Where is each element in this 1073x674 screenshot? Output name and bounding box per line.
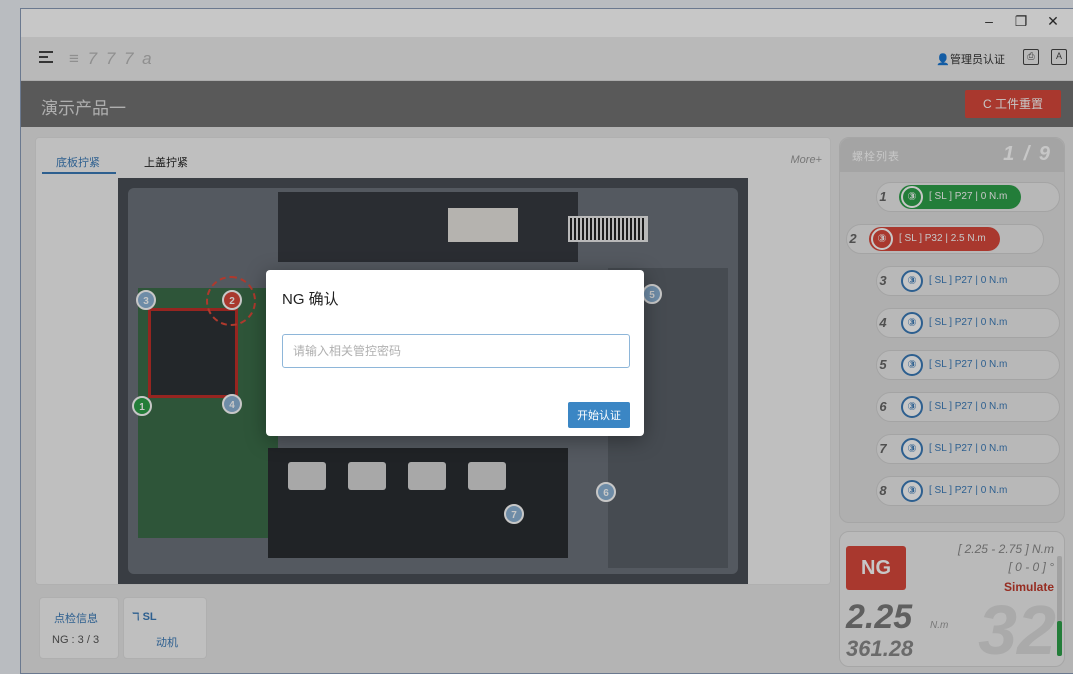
ng-confirm-dialog: NG 确认 开始认证 [266, 270, 644, 436]
dialog-title: NG 确认 [282, 291, 339, 308]
start-auth-button[interactable]: 开始认证 [568, 402, 630, 428]
password-input[interactable] [282, 334, 630, 368]
